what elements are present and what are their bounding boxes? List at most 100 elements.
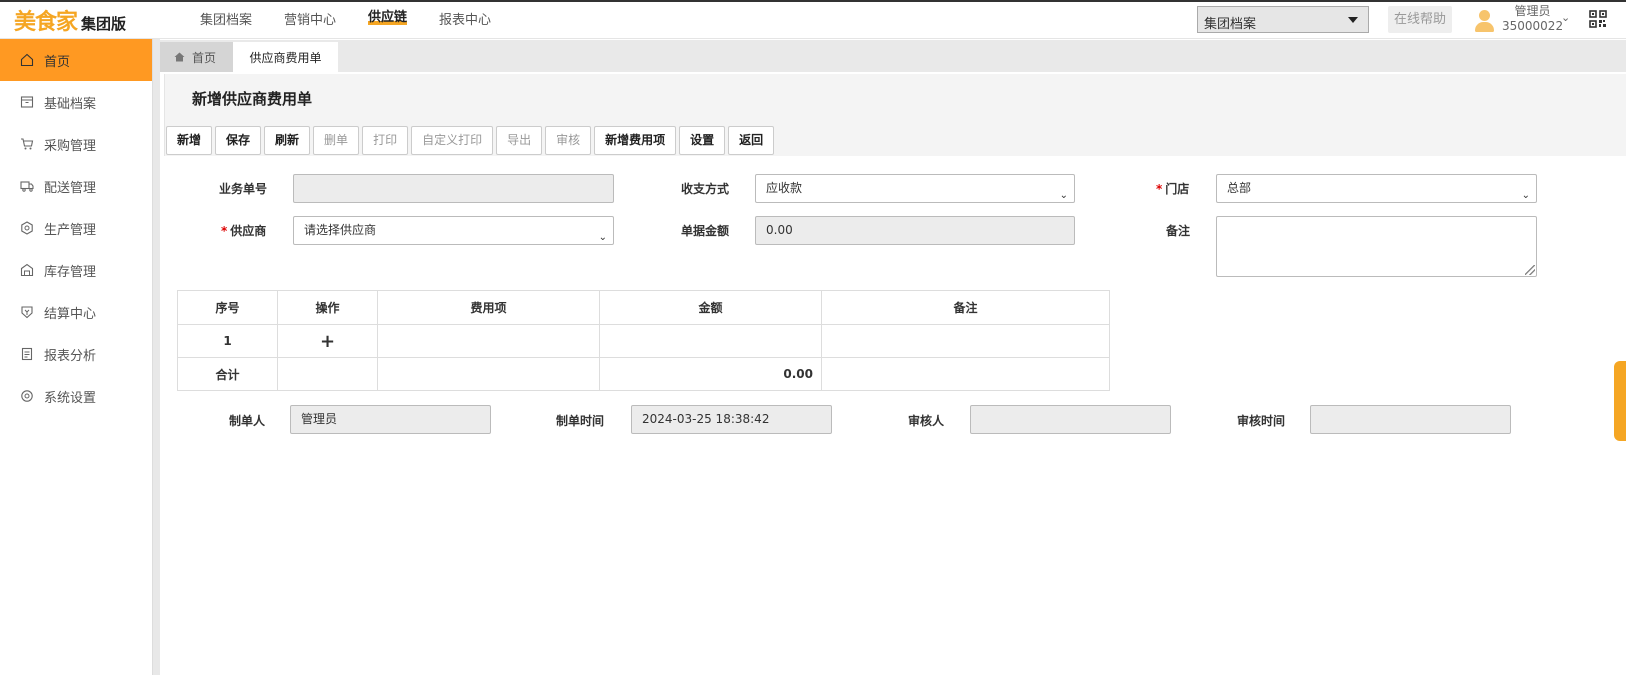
caret-down-icon — [1348, 17, 1358, 23]
sidebar-item-label: 采购管理 — [44, 138, 97, 154]
store-select[interactable]: 总部 ⌄ — [1216, 174, 1537, 203]
qr-code-icon[interactable] — [1589, 10, 1607, 28]
user-name: 管理员 — [1514, 4, 1551, 18]
tab-home[interactable]: 首页 — [160, 42, 233, 72]
total-empty-cell — [277, 357, 378, 391]
supplier-label: * 供应商 — [221, 224, 267, 238]
creator-field[interactable]: 管理员 — [290, 405, 491, 434]
online-help-button[interactable]: 在线帮助 — [1388, 6, 1452, 33]
brand-name: 美食家 — [14, 10, 78, 35]
created-time-field[interactable]: 2024-03-25 18:38:42 — [631, 405, 832, 434]
home-icon — [174, 52, 185, 62]
nav-item-group-archive[interactable]: 集团档案 — [200, 9, 252, 28]
print-button[interactable]: 打印 — [362, 126, 409, 155]
user-info[interactable]: 管理员 35000022 — [1502, 4, 1563, 34]
nav-item-marketing[interactable]: 营销中心 — [284, 9, 336, 28]
add-expense-item-button[interactable]: 新增费用项 — [594, 126, 677, 155]
delete-button[interactable]: 删单 — [313, 126, 360, 155]
export-button[interactable]: 导出 — [496, 126, 543, 155]
chevron-down-icon: ⌄ — [598, 232, 607, 243]
resize-grip-icon[interactable] — [1525, 265, 1535, 275]
supplier-select[interactable]: 请选择供应商 ⌄ — [293, 216, 614, 245]
total-amount: 0.00 — [599, 357, 822, 391]
audit-time-label: 审核时间 — [1237, 414, 1286, 428]
nav-item-supply-chain[interactable]: 供应链 — [368, 9, 408, 25]
sidebar-item-label: 结算中心 — [44, 306, 97, 322]
custom-print-button[interactable]: 自定义打印 — [411, 126, 494, 155]
logo[interactable]: 美食家 集团版 — [14, 4, 126, 36]
total-empty-cell — [377, 357, 600, 391]
amount-cell[interactable] — [599, 324, 822, 358]
audit-button[interactable]: 审核 — [545, 126, 592, 155]
remark-textarea[interactable] — [1216, 216, 1537, 277]
sidebar-item-home[interactable]: 首页 — [0, 39, 152, 81]
store-label-text: 门店 — [1165, 182, 1190, 196]
save-button[interactable]: 保存 — [215, 126, 262, 155]
sidebar-item-label: 报表分析 — [44, 348, 97, 364]
back-button[interactable]: 返回 — [728, 126, 775, 155]
org-select-value: 集团档案 — [1204, 17, 1257, 32]
sidebar-item-label: 首页 — [44, 54, 71, 70]
add-row-icon[interactable]: + — [277, 324, 378, 358]
chevron-down-icon[interactable]: ⌄ — [1561, 11, 1570, 24]
creator-label: 制单人 — [229, 414, 266, 428]
expense-item-cell[interactable] — [377, 324, 600, 358]
gear-icon — [21, 221, 33, 235]
payment-method-label: 收支方式 — [681, 182, 730, 196]
expense-table: 序号 操作 费用项 金额 备注 1 + 合计 0.00 — [177, 290, 1110, 391]
cart-icon — [21, 138, 34, 150]
table-header-row: 序号 操作 费用项 金额 备注 — [177, 290, 1110, 325]
user-id: 35000022 — [1502, 19, 1564, 33]
home-icon — [20, 53, 34, 67]
chevron-down-icon: ⌄ — [1521, 190, 1530, 201]
amount-field[interactable]: 0.00 — [755, 216, 1075, 245]
order-no-field[interactable] — [293, 174, 614, 203]
auditor-label: 审核人 — [908, 414, 945, 428]
brand-edition: 集团版 — [81, 15, 127, 33]
org-select[interactable]: 集团档案 — [1197, 6, 1369, 33]
sidebar-item-basic-archive[interactable]: 基础档案 — [0, 81, 152, 123]
column-header-expense-item: 费用项 — [377, 290, 600, 325]
supplier-placeholder: 请选择供应商 — [304, 223, 377, 237]
settings-button[interactable]: 设置 — [679, 126, 726, 155]
avatar[interactable] — [1475, 10, 1494, 32]
sidebar-item-purchase[interactable]: 采购管理 — [0, 123, 152, 165]
sidebar-item-inventory[interactable]: 库存管理 — [0, 249, 152, 291]
total-empty-cell — [821, 357, 1110, 391]
sidebar-item-production[interactable]: 生产管理 — [0, 207, 152, 249]
settings-icon — [21, 390, 33, 402]
page-title: 新增供应商费用单 — [192, 90, 313, 108]
supplier-label-text: 供应商 — [230, 224, 267, 238]
amount-label: 单据金额 — [681, 224, 730, 238]
report-icon — [21, 347, 33, 361]
nav-item-reports[interactable]: 报表中心 — [439, 9, 491, 28]
column-header-index: 序号 — [177, 290, 278, 325]
sidebar-item-label: 基础档案 — [44, 96, 97, 112]
audit-time-field[interactable] — [1310, 405, 1511, 434]
sidebar-item-report-analysis[interactable]: 报表分析 — [0, 333, 152, 375]
tab-supplier-expense[interactable]: 供应商费用单 — [233, 42, 338, 72]
floating-side-tab[interactable] — [1614, 361, 1626, 441]
tab-bar: 首页 供应商费用单 — [160, 40, 1626, 72]
column-header-amount: 金额 — [599, 290, 822, 325]
row-index: 1 — [177, 324, 278, 358]
auditor-field[interactable] — [970, 405, 1171, 434]
sidebar-item-label: 系统设置 — [44, 390, 97, 406]
table-row: 1 + — [177, 324, 1110, 358]
total-label: 合计 — [177, 357, 278, 391]
payment-method-select[interactable]: 应收款 ⌄ — [755, 174, 1075, 203]
store-value: 总部 — [1227, 181, 1252, 195]
tab-label: 首页 — [192, 50, 217, 65]
refresh-button[interactable]: 刷新 — [264, 126, 311, 155]
sidebar-divider — [153, 39, 160, 675]
created-time-label: 制单时间 — [556, 414, 605, 428]
payment-method-value: 应收款 — [766, 181, 803, 195]
top-nav: 集团档案 营销中心 供应链 报表中心 — [200, 9, 523, 28]
sidebar-item-delivery[interactable]: 配送管理 — [0, 165, 152, 207]
sidebar-item-system-settings[interactable]: 系统设置 — [0, 375, 152, 417]
remark-cell[interactable] — [821, 324, 1110, 358]
settlement-icon — [21, 306, 33, 319]
sidebar-item-settlement[interactable]: 结算中心 — [0, 291, 152, 333]
new-button[interactable]: 新增 — [166, 126, 213, 155]
sidebar-item-label: 库存管理 — [44, 264, 97, 280]
